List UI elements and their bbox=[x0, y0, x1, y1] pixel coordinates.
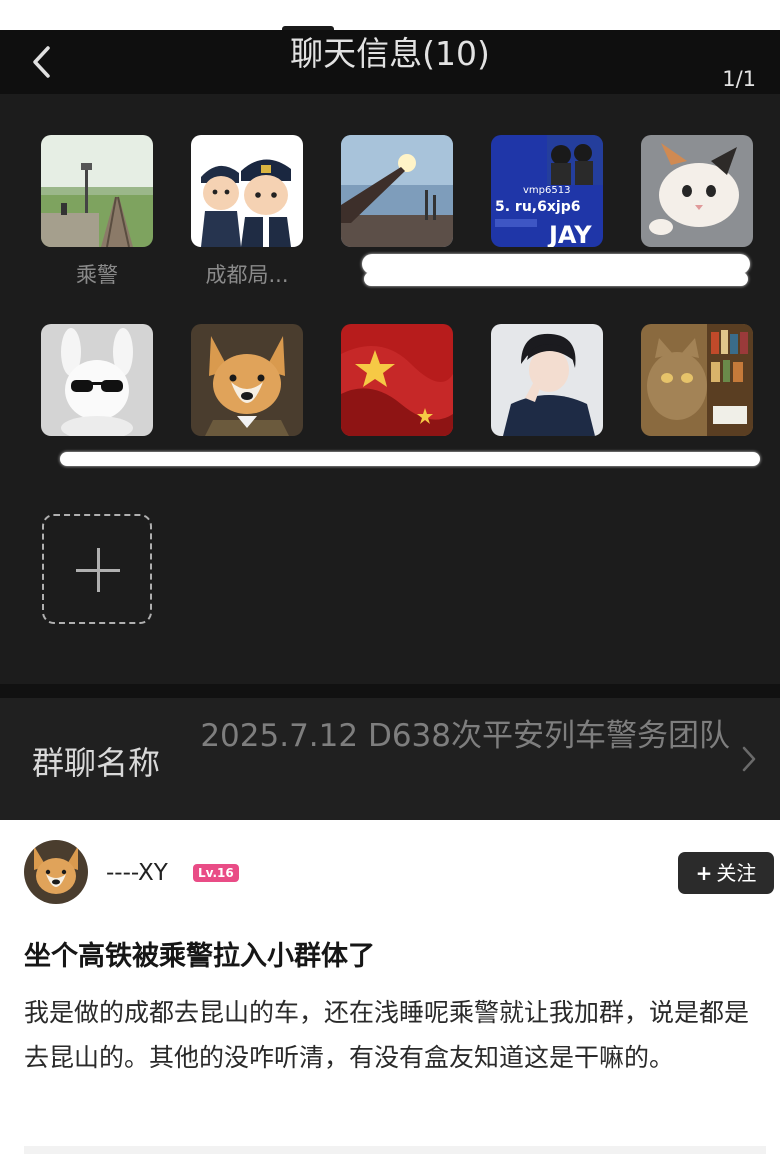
post-footer-bar bbox=[24, 1146, 766, 1154]
author-avatar[interactable] bbox=[24, 840, 88, 904]
redaction-mark bbox=[362, 254, 750, 274]
redaction-mark bbox=[364, 272, 748, 286]
post-title: 坐个高铁被乘警拉入小群体了 bbox=[24, 941, 375, 972]
follow-button[interactable]: + 关注 bbox=[678, 852, 774, 894]
member-avatar bbox=[491, 324, 603, 436]
member-item[interactable]: 成都局... bbox=[191, 135, 303, 287]
svg-text:vmp6513: vmp6513 bbox=[523, 185, 570, 196]
page-title: 聊天信息(10) bbox=[290, 34, 490, 73]
section-divider bbox=[0, 684, 780, 698]
plus-icon: + bbox=[695, 861, 713, 885]
railway-platform-photo bbox=[41, 135, 153, 247]
cat-in-library bbox=[641, 324, 753, 436]
member-avatar bbox=[341, 135, 453, 247]
jay-album-cover: vmp6513 5. ru,6xjp6 JAY bbox=[491, 135, 603, 247]
nav-bar: 聊天信息(10) 1/1 bbox=[0, 30, 780, 94]
group-name-row[interactable]: 群聊名称 2025.7.12 D638次平安列车警务团队 bbox=[0, 698, 780, 820]
level-badge: Lv.16 bbox=[193, 864, 239, 882]
hand-sky-photo bbox=[341, 135, 453, 247]
author-name[interactable]: ----XY bbox=[106, 860, 168, 886]
member-grid: 乘警 成都局... vmp6513 5. ru,6xjp6 JAY bbox=[0, 94, 780, 684]
member-avatar bbox=[41, 324, 153, 436]
member-name: 乘警 bbox=[76, 263, 118, 287]
member-avatar bbox=[641, 324, 753, 436]
member-avatar bbox=[641, 135, 753, 247]
page-indicator: 1/1 bbox=[722, 67, 756, 91]
member-avatar bbox=[191, 135, 303, 247]
member-avatar: vmp6513 5. ru,6xjp6 JAY bbox=[491, 135, 603, 247]
add-member-button[interactable] bbox=[42, 514, 152, 624]
svg-text:5. ru,6xjp6: 5. ru,6xjp6 bbox=[495, 199, 580, 215]
kitten-photo bbox=[641, 135, 753, 247]
group-name-value: 2025.7.12 D638次平安列车警务团队 bbox=[200, 718, 730, 754]
chevron-right-icon bbox=[742, 746, 756, 772]
member-name: 成都局... bbox=[205, 263, 289, 287]
top-strip bbox=[0, 0, 780, 32]
red-flag-photo bbox=[341, 324, 453, 436]
member-avatar bbox=[191, 324, 303, 436]
white-bunny-sunglasses bbox=[41, 324, 153, 436]
anime-boy bbox=[491, 324, 603, 436]
chat-info-screen: 聊天信息(10) 1/1 乘警 成都局... vmp6513 5. ru,6xj… bbox=[0, 30, 780, 820]
member-avatar bbox=[41, 135, 153, 247]
forum-post: ----XY Lv.16 + 关注 坐个高铁被乘警拉入小群体了 我是做的成都去昆山… bbox=[0, 820, 780, 1154]
post-body: 我是做的成都去昆山的车，还在浅睡呢乘警就让我加群，说是都是去昆山的。其他的没咋听… bbox=[24, 998, 750, 1072]
member-avatar bbox=[341, 324, 453, 436]
redaction-mark bbox=[60, 452, 760, 466]
member-item[interactable]: 乘警 bbox=[41, 135, 153, 287]
corgi-avatar bbox=[24, 840, 88, 904]
corgi-illustration bbox=[191, 324, 303, 436]
group-name-label: 群聊名称 bbox=[32, 744, 161, 782]
follow-label: 关注 bbox=[716, 861, 757, 885]
cartoon-police-officers bbox=[191, 135, 303, 247]
svg-text:JAY: JAY bbox=[547, 221, 592, 247]
